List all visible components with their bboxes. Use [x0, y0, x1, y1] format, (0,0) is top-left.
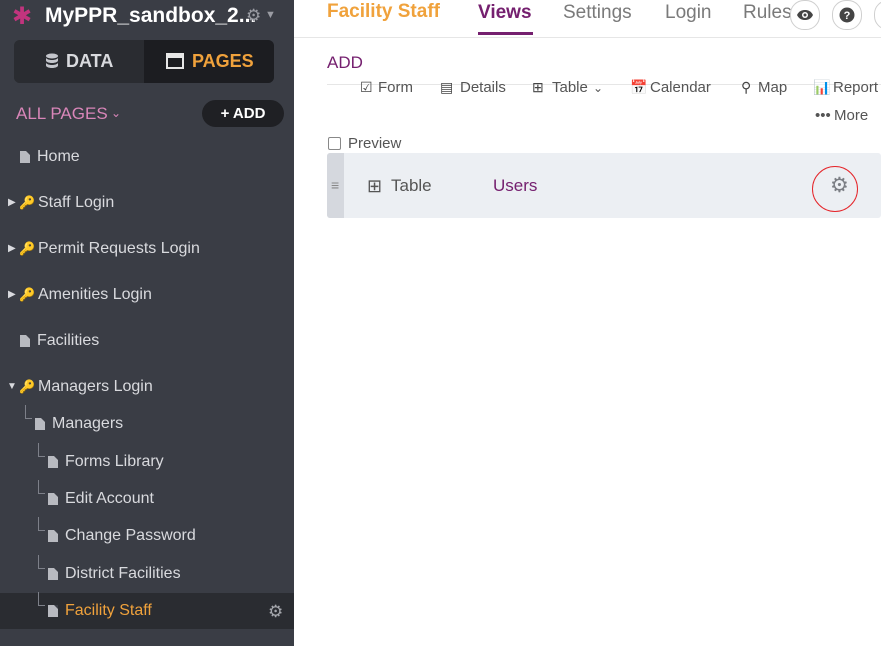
tab-views[interactable]: Views — [478, 2, 532, 24]
report-chart-icon: 📊 — [813, 79, 831, 95]
sidebar-item-label: Managers — [52, 415, 124, 432]
highlight-annotation-circle — [812, 166, 858, 212]
svg-text:?: ? — [844, 10, 851, 22]
help-button[interactable]: ? — [832, 0, 862, 30]
sidebar-item-label: Home — [37, 148, 80, 165]
asterisk-logo-icon: ✱ — [12, 3, 33, 30]
view-name-link[interactable]: Users — [493, 176, 537, 196]
form-icon: ☑ — [360, 79, 373, 95]
sidebar-item-label: Forms Library — [65, 453, 164, 470]
page-icon — [48, 568, 58, 580]
window-icon — [166, 53, 184, 69]
sidebar-item-managers-login[interactable]: ▼ 🔑 Managers Login — [0, 374, 294, 400]
help-icon: ? — [833, 1, 861, 29]
page-icon — [48, 493, 58, 505]
sidebar-item-edit-account[interactable]: Edit Account — [0, 486, 294, 512]
page-icon — [35, 418, 45, 430]
key-icon: 🔑 — [19, 195, 36, 210]
add-map-view[interactable]: Map — [758, 79, 787, 96]
add-page-button[interactable]: + ADD — [202, 100, 284, 127]
sidebar-item-label: Managers Login — [38, 378, 153, 395]
page-icon — [48, 530, 58, 542]
data-tab-label: DATA — [66, 51, 114, 71]
more-views-button[interactable]: More — [834, 107, 868, 124]
database-icon — [46, 53, 58, 68]
sidebar-item-label: Facility Staff — [65, 602, 152, 619]
sidebar-item-label: Edit Account — [65, 490, 154, 507]
sidebar-item-change-password[interactable]: Change Password — [0, 523, 294, 549]
sidebar-item-facility-staff[interactable]: Facility Staff — [0, 598, 260, 624]
sidebar-item-district-facilities[interactable]: District Facilities — [0, 561, 294, 587]
expand-caret-icon[interactable]: ▶ — [8, 190, 16, 216]
sidebar-item-label: District Facilities — [65, 565, 181, 582]
add-table-view[interactable]: Table — [552, 79, 588, 96]
map-pin-icon: ⚲ — [741, 79, 752, 95]
collapse-caret-icon[interactable]: ▼ — [7, 374, 17, 400]
view-type-label: Table — [391, 176, 432, 195]
sidebar-item-label: Permit Requests Login — [38, 240, 200, 257]
add-calendar-view[interactable]: Calendar — [650, 79, 711, 96]
sidebar-item-amenities-login[interactable]: ▶ 🔑 Amenities Login — [0, 282, 294, 308]
chevron-down-icon[interactable]: ▼ — [265, 9, 276, 21]
all-pages-dropdown[interactable]: ALL PAGES — [16, 104, 108, 124]
add-form-view[interactable]: Form — [378, 79, 413, 96]
add-report-view[interactable]: Report — [833, 79, 878, 96]
page-icon — [48, 605, 58, 617]
page-title: Facility Staff — [327, 1, 440, 22]
data-pages-toggle: DATA PAGES — [14, 40, 274, 83]
table-icon: ⊞ — [367, 176, 383, 196]
key-icon: 🔑 — [19, 379, 36, 394]
pages-tab-label: PAGES — [192, 51, 254, 71]
page-icon — [20, 151, 30, 163]
chevron-down-icon[interactable]: ⌄ — [593, 81, 603, 95]
key-icon: 🔑 — [19, 241, 36, 256]
active-tab-underline — [478, 32, 533, 35]
sidebar-item-label: Change Password — [65, 527, 196, 544]
sidebar-item-permit-requests-login[interactable]: ▶ 🔑 Permit Requests Login — [0, 236, 294, 262]
expand-caret-icon[interactable]: ▶ — [8, 282, 16, 308]
data-tab[interactable]: DATA — [14, 40, 144, 83]
sidebar-item-facilities[interactable]: Facilities — [0, 328, 294, 354]
sidebar-item-managers[interactable]: Managers — [0, 411, 294, 437]
details-icon: ▤ — [440, 79, 454, 95]
sidebar-item-forms-library[interactable]: Forms Library — [0, 449, 294, 475]
expand-caret-icon[interactable]: ▶ — [8, 236, 16, 262]
sidebar-item-staff-login[interactable]: ▶ 🔑 Staff Login — [0, 190, 294, 216]
key-icon: 🔑 — [19, 287, 36, 302]
eye-icon — [791, 1, 819, 29]
page-icon — [20, 335, 30, 347]
sidebar-item-label: Facilities — [37, 332, 100, 349]
pages-tab[interactable]: PAGES — [144, 40, 274, 83]
tab-rules[interactable]: Rules — [743, 2, 792, 24]
add-view-link[interactable]: ADD — [327, 53, 363, 73]
ellipsis-icon: ••• — [815, 107, 831, 124]
sidebar-item-label: Staff Login — [38, 194, 115, 211]
calendar-icon: 📅 — [630, 79, 648, 95]
sidebar: ✱ MyPPR_sandbox_2... ⚙ ▼ DATA PAGES ALL … — [0, 0, 294, 646]
gear-icon[interactable]: ⚙ — [268, 602, 283, 622]
gear-icon[interactable]: ⚙ — [246, 6, 261, 26]
chevron-down-icon[interactable]: ⌄ — [111, 106, 121, 120]
sidebar-item-home[interactable]: Home — [0, 144, 294, 170]
tab-login[interactable]: Login — [665, 2, 712, 24]
preview-label: Preview — [348, 135, 402, 152]
preview-eye-button[interactable] — [790, 0, 820, 30]
preview-checkbox[interactable] — [328, 137, 341, 150]
tab-settings[interactable]: Settings — [563, 2, 632, 24]
app-header: ✱ MyPPR_sandbox_2... ⚙ ▼ — [0, 0, 294, 36]
add-details-view[interactable]: Details — [460, 79, 506, 96]
drag-handle-icon[interactable]: ≡ — [331, 177, 339, 193]
table-icon: ⊞ — [532, 79, 544, 95]
app-name[interactable]: MyPPR_sandbox_2... — [45, 4, 256, 28]
sidebar-item-label: Amenities Login — [38, 286, 152, 303]
page-icon — [48, 456, 58, 468]
